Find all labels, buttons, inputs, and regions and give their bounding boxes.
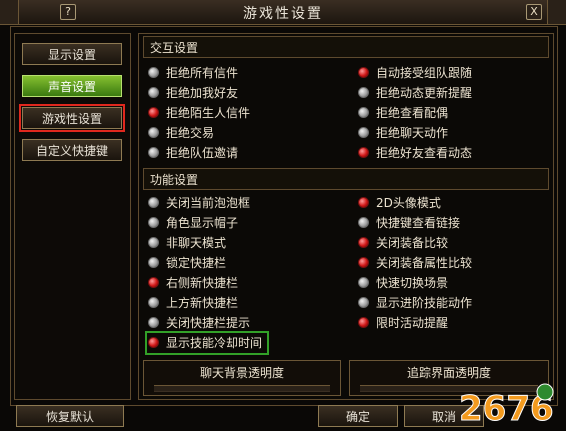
radio-indicator-icon[interactable] [148,317,159,328]
site-watermark-logo: 2676 [459,383,554,428]
radio-indicator-icon[interactable] [358,87,369,98]
function-left-option-label: 非聊天模式 [166,236,227,250]
radio-indicator-icon[interactable] [148,217,159,228]
function-right-option-label: 关闭装备比较 [376,236,449,250]
function-left-option[interactable]: 关闭当前泡泡框 [148,194,250,212]
function-left-option[interactable]: 右侧新快捷栏 [148,274,238,292]
function-left-option-label: 锁定快捷栏 [166,256,227,270]
interaction-left-option[interactable]: 拒绝陌生人信件 [148,104,250,122]
radio-indicator-icon[interactable] [148,87,159,98]
ok-button[interactable]: 确定 [318,405,398,427]
function-left-option[interactable]: 锁定快捷栏 [148,254,226,272]
chat-bg-opacity-label: 聊天背景透明度 [199,366,284,380]
radio-indicator-icon[interactable] [148,127,159,138]
function-right-option-label: 2D头像模式 [376,196,441,210]
function-right-option-label: 快捷键查看链接 [376,216,461,230]
radio-indicator-icon[interactable] [358,107,369,118]
radio-indicator-icon[interactable] [148,297,159,308]
function-left-option[interactable]: 显示技能冷却时间 [144,331,270,355]
interaction-right-option-label: 拒绝动态更新提醒 [376,86,473,100]
function-right-option-label: 快速切换场景 [376,276,449,290]
function-right-option[interactable]: 2D头像模式 [358,194,441,212]
radio-indicator-icon[interactable] [358,67,369,78]
function-left-option-label: 关闭快捷栏提示 [166,316,251,330]
interaction-right-option[interactable]: 拒绝聊天动作 [358,124,448,142]
radio-indicator-icon[interactable] [148,147,159,158]
interaction-section-heading: 交互设置 [143,36,549,58]
interaction-right-option-label: 拒绝查看配偶 [376,106,449,120]
title-bar: ? 游戏性设置 X [0,0,566,25]
function-right-option-label: 关闭装备属性比较 [376,256,473,270]
nav-custom-hotkeys[interactable]: 自定义快捷键 [22,139,122,161]
restore-defaults-button[interactable]: 恢复默认 [16,405,124,427]
tracking-opacity-label: 追踪界面透明度 [406,366,491,380]
nav-display-settings[interactable]: 显示设置 [22,43,122,65]
title-corner-right [547,0,566,24]
function-right-option[interactable]: 关闭装备属性比较 [358,254,472,272]
radio-indicator-icon[interactable] [358,237,369,248]
interaction-left-option[interactable]: 拒绝加我好友 [148,84,238,102]
function-section-heading: 功能设置 [143,168,549,190]
radio-indicator-icon[interactable] [148,107,159,118]
interaction-left-option[interactable]: 拒绝交易 [148,124,214,142]
chat-bg-opacity-track[interactable] [154,385,330,392]
function-right-option[interactable]: 显示进阶技能动作 [358,294,472,312]
function-left-option-label: 上方新快捷栏 [166,296,239,310]
function-left-option[interactable]: 关闭快捷栏提示 [148,314,250,332]
interaction-left-option-label: 拒绝所有信件 [166,66,239,80]
radio-indicator-icon[interactable] [358,217,369,228]
nav-gameplay-settings[interactable]: 游戏性设置 [19,104,125,132]
function-left-option-label: 右侧新快捷栏 [166,276,239,290]
interaction-right-option[interactable]: 拒绝动态更新提醒 [358,84,472,102]
interaction-right-option-label: 自动接受组队跟随 [376,66,473,80]
interaction-left-option-label: 拒绝交易 [166,126,215,140]
function-left-option[interactable]: 非聊天模式 [148,234,226,252]
interaction-left-option-label: 拒绝队伍邀请 [166,146,239,160]
function-right-option[interactable]: 限时活动提醒 [358,314,448,332]
radio-indicator-icon[interactable] [358,127,369,138]
interaction-right-option-label: 拒绝聊天动作 [376,126,449,140]
function-right-option-label: 显示进阶技能动作 [376,296,473,310]
function-left-option[interactable]: 角色显示帽子 [148,214,238,232]
radio-indicator-icon[interactable] [148,237,159,248]
radio-indicator-icon[interactable] [148,257,159,268]
function-right-option[interactable]: 关闭装备比较 [358,234,448,252]
watermark-badge [536,383,554,401]
function-right-option[interactable]: 快速切换场景 [358,274,448,292]
radio-indicator-icon[interactable] [148,337,159,348]
window-title: 游戏性设置 [243,6,323,22]
function-right-option-label: 限时活动提醒 [376,316,449,330]
radio-indicator-icon[interactable] [358,297,369,308]
radio-indicator-icon[interactable] [358,257,369,268]
interaction-left-option[interactable]: 拒绝所有信件 [148,64,238,82]
interaction-left-option[interactable]: 拒绝队伍邀请 [148,144,238,162]
nav-sound-settings[interactable]: 声音设置 [22,75,122,97]
interaction-right-option[interactable]: 拒绝好友查看动态 [358,144,472,162]
function-left-option-label: 显示技能冷却时间 [166,336,263,350]
interaction-right-option[interactable]: 拒绝查看配偶 [358,104,448,122]
close-button[interactable]: X [526,4,542,20]
interaction-right-option-label: 拒绝好友查看动态 [376,146,473,160]
radio-indicator-icon[interactable] [358,197,369,208]
chat-bg-opacity-slider[interactable]: 聊天背景透明度 [143,360,341,396]
radio-indicator-icon[interactable] [148,277,159,288]
radio-indicator-icon[interactable] [148,67,159,78]
radio-indicator-icon[interactable] [148,197,159,208]
interaction-left-option-label: 拒绝加我好友 [166,86,239,100]
interaction-left-option-label: 拒绝陌生人信件 [166,106,251,120]
function-left-option-label: 关闭当前泡泡框 [166,196,251,210]
radio-indicator-icon[interactable] [358,277,369,288]
radio-indicator-icon[interactable] [358,317,369,328]
interaction-right-option[interactable]: 自动接受组队跟随 [358,64,472,82]
function-left-option-label: 角色显示帽子 [166,216,239,230]
function-left-option[interactable]: 上方新快捷栏 [148,294,238,312]
function-right-option[interactable]: 快捷键查看链接 [358,214,460,232]
radio-indicator-icon[interactable] [358,147,369,158]
